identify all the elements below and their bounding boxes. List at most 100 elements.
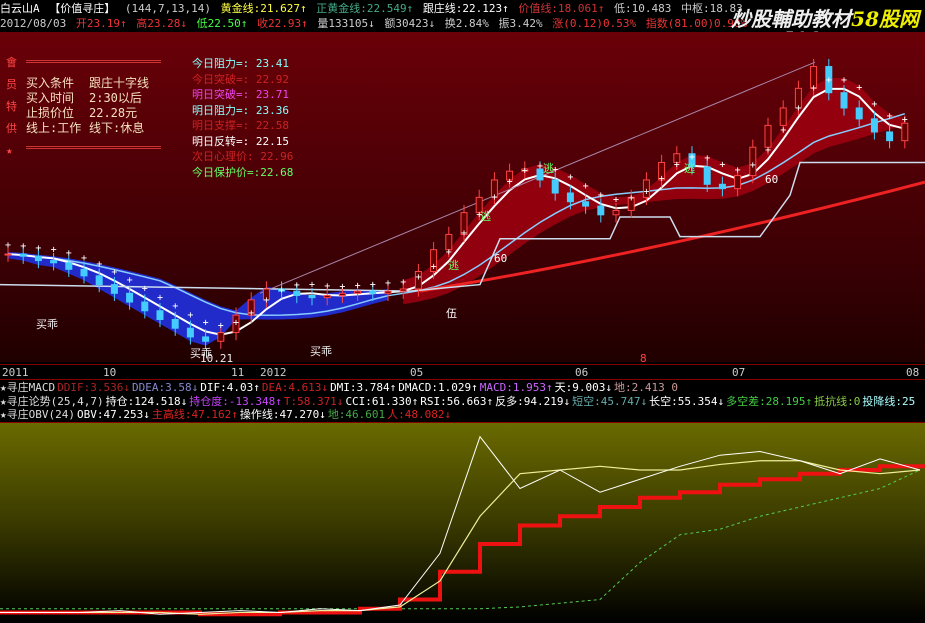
cross-marker: + bbox=[142, 284, 148, 295]
axis-tick-label: 10 bbox=[103, 366, 117, 379]
cross-marker: + bbox=[415, 272, 421, 283]
candle-body bbox=[156, 310, 164, 320]
chart-annotation: 60 bbox=[765, 173, 779, 186]
candle-body bbox=[186, 327, 194, 338]
cross-marker: + bbox=[339, 281, 345, 292]
cross-marker: + bbox=[127, 275, 133, 286]
indicator-value: DMACD:1.029↑ bbox=[398, 381, 478, 394]
cross-marker: + bbox=[370, 279, 376, 290]
candle-body bbox=[202, 336, 210, 342]
cross-marker: + bbox=[96, 259, 102, 270]
cross-marker: + bbox=[750, 160, 756, 171]
indicator-value: 反多:94.219↓ bbox=[495, 394, 571, 408]
indicator-value: 多空差:28.195↑ bbox=[726, 394, 813, 408]
indicator-value: 操作线:47.270↓ bbox=[239, 408, 326, 421]
cross-marker: + bbox=[111, 267, 117, 278]
candle-body bbox=[293, 290, 301, 296]
cross-marker: + bbox=[263, 295, 269, 306]
price-level: 今日保护价=:22.68 bbox=[192, 165, 294, 179]
candle-body bbox=[870, 118, 878, 133]
cross-marker: + bbox=[5, 240, 11, 251]
price-level: 今日突破=: 22.92 bbox=[192, 72, 289, 86]
price-level: 明日突破=: 23.71 bbox=[192, 88, 289, 101]
indicator-value: ★寻庄论势(25,4,7) bbox=[0, 394, 104, 408]
chart-annotation: 逃 bbox=[684, 162, 695, 175]
cross-marker: + bbox=[355, 280, 361, 291]
indicator-value: 抵抗线:0 bbox=[814, 394, 861, 408]
axis-tick-label: 05 bbox=[410, 366, 424, 379]
date: 2012/08/03 bbox=[0, 17, 67, 30]
strategy-row: 买入时间 2:30以后 bbox=[26, 91, 149, 106]
obv-chart[interactable] bbox=[0, 422, 925, 622]
axis-tick-label: 2011 bbox=[2, 366, 29, 379]
divider bbox=[26, 146, 161, 149]
cross-marker: + bbox=[704, 153, 710, 164]
indicator-params: (144,7,13,14) bbox=[124, 2, 211, 15]
indicator-value: DIF:4.03↑ bbox=[200, 381, 260, 394]
candle-body bbox=[308, 294, 316, 299]
low-line: 低:10.483 bbox=[614, 2, 672, 15]
price-levels: 今日阻力=: 23.41 今日突破=: 22.92 明日突破=: 23.71 明日阻力… bbox=[192, 56, 293, 180]
cross-marker: + bbox=[887, 111, 893, 122]
indicator-value: 地:46.601 bbox=[327, 408, 386, 421]
cross-marker: + bbox=[157, 292, 163, 303]
value-line: 价值线:18.061↑ bbox=[518, 2, 605, 15]
turnover: 换2.84% bbox=[444, 17, 489, 30]
strategy-row: 买入条件 跟庄十字线 bbox=[26, 76, 149, 91]
high-price: 高23.28↓ bbox=[136, 17, 187, 30]
time-axis: 2011 10 11 2012 05 06 07 08 bbox=[0, 364, 925, 380]
cross-marker: + bbox=[871, 99, 877, 110]
indicator-value: RSI:56.663↑ bbox=[420, 394, 494, 408]
indicator-value: 持仓:124.518↓ bbox=[105, 394, 188, 408]
axis-tick-label: 11 bbox=[231, 366, 245, 379]
candle-body bbox=[384, 290, 392, 294]
candle-body bbox=[126, 292, 134, 303]
chart-annotation: 60 bbox=[494, 252, 508, 265]
cross-marker: + bbox=[522, 165, 528, 176]
strategy-row: 止损价位 22.28元 bbox=[26, 106, 149, 121]
cross-marker: + bbox=[324, 281, 330, 292]
candle-body bbox=[50, 260, 58, 264]
cross-marker: + bbox=[248, 308, 254, 319]
candle-body bbox=[217, 332, 225, 342]
cross-marker: + bbox=[294, 280, 300, 291]
indicator-value: OBV:47.253↓ bbox=[76, 408, 150, 421]
indicator-value: 长空:55.354↓ bbox=[649, 394, 725, 408]
candle-body bbox=[110, 284, 118, 294]
cross-marker: + bbox=[598, 190, 604, 201]
candle-body bbox=[566, 192, 574, 203]
candle-body bbox=[141, 301, 149, 312]
row-value: 2:30以后 bbox=[89, 91, 142, 105]
indicator-row: ★寻庄论势(25,4,7) 持仓:124.518↓ 持仓度:-13.348↑ T:58… bbox=[0, 395, 925, 408]
price-level: 次日心理价: 22.96 bbox=[192, 150, 294, 163]
price-level: 今日阻力=: 23.41 bbox=[192, 57, 289, 70]
amplitude: 振3.42% bbox=[498, 17, 543, 30]
indicator-row: ★寻庄MACD DDIF:3.536↓ DDEA:3.58↓ DIF:4.03↑ DEA… bbox=[0, 381, 925, 394]
candle-body bbox=[703, 166, 711, 185]
cross-marker: + bbox=[765, 145, 771, 156]
cross-marker: + bbox=[811, 83, 817, 94]
stock-name[interactable]: 白云山A bbox=[0, 2, 40, 15]
cross-marker: + bbox=[628, 193, 634, 204]
indicator-value: DEA:4.613↓ bbox=[261, 381, 329, 394]
cross-marker: + bbox=[643, 187, 649, 198]
candle-body bbox=[734, 175, 742, 190]
row-value: 跟庄十字线 bbox=[89, 76, 150, 90]
indicator-name[interactable]: 【价值寻庄】 bbox=[49, 2, 115, 15]
candle-body bbox=[323, 294, 331, 299]
cross-marker: + bbox=[795, 103, 801, 114]
axis-tick-label: 2012 bbox=[260, 366, 287, 379]
obv-operation-line bbox=[0, 460, 921, 615]
candle-body bbox=[338, 292, 346, 296]
chart-annotation: 逃 bbox=[543, 162, 554, 175]
candle-body bbox=[886, 131, 894, 142]
gold-line: 黄金线:21.627↑ bbox=[220, 2, 307, 15]
candle-body bbox=[95, 275, 103, 286]
chart-annotation: 伍 bbox=[446, 307, 457, 320]
cross-marker: + bbox=[659, 174, 665, 185]
axis-tick-label: 08 bbox=[906, 366, 920, 379]
cross-marker: + bbox=[491, 192, 497, 203]
side-char: 员 bbox=[6, 78, 17, 91]
candle-body bbox=[80, 268, 88, 277]
row-value: 22.28元 bbox=[89, 106, 138, 120]
